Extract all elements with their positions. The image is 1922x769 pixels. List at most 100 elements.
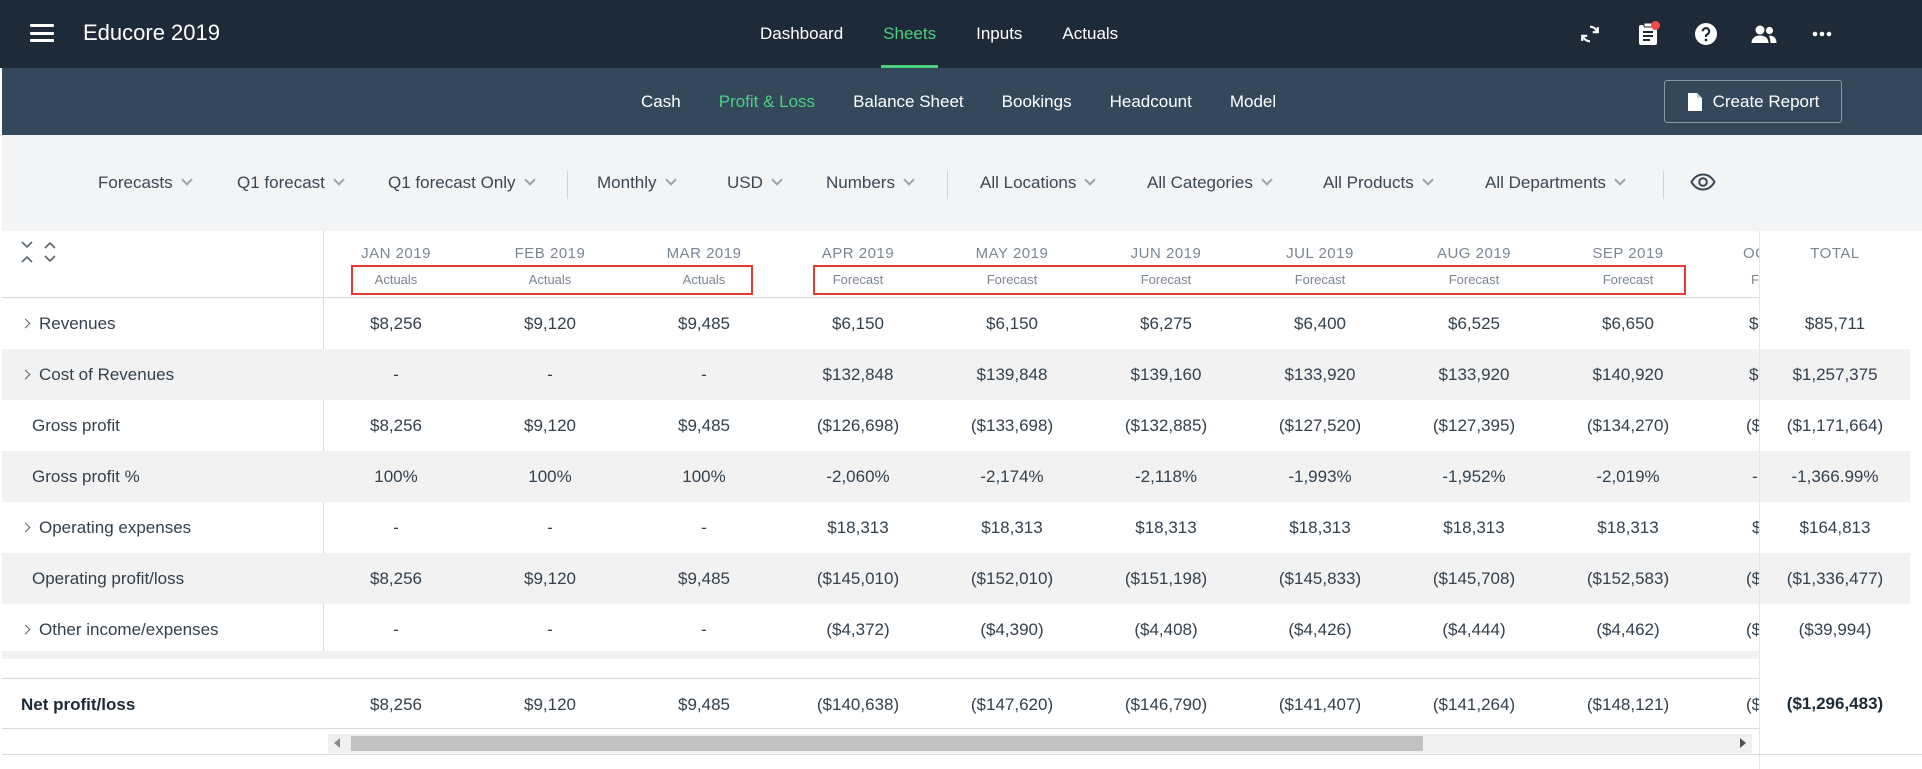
tab-balance-sheet[interactable]: Balance Sheet [834,68,983,135]
table-cell[interactable]: - [627,604,781,655]
table-cell[interactable]: $6,150 [935,298,1089,349]
table-cell[interactable]: ($146,790) [1089,679,1243,730]
table-cell[interactable]: - [319,502,473,553]
total-cell-net[interactable]: ($1,296,483) [1760,678,1910,729]
table-cell[interactable]: ($152,583) [1551,553,1705,604]
table-cell[interactable]: $140,920 [1551,349,1705,400]
table-cell[interactable]: -2,174% [935,451,1089,502]
table-cell[interactable]: 100% [319,451,473,502]
hamburger-menu-icon[interactable] [30,24,54,42]
table-cell[interactable]: $139,848 [935,349,1089,400]
scroll-right-arrow-icon[interactable] [1740,738,1746,748]
table-cell[interactable]: ($152,010) [935,553,1089,604]
table-cell[interactable]: ($151,198) [1089,553,1243,604]
table-cell[interactable]: - [627,349,781,400]
table-cell[interactable]: $6,525 [1397,298,1551,349]
filter-locations[interactable]: All Locations [980,173,1097,193]
table-cell[interactable]: ($133,698) [935,400,1089,451]
table-cell[interactable]: $132,848 [781,349,935,400]
table-cell[interactable]: 100% [473,451,627,502]
filter-number-format[interactable]: Numbers [826,173,915,193]
table-cell[interactable]: ($127,395) [1397,400,1551,451]
scrollbar-thumb[interactable] [351,736,1423,751]
table-cell[interactable]: ($147,620) [935,679,1089,730]
table-cell[interactable]: ($126,698) [781,400,935,451]
table-cell[interactable]: $139,160 [1089,349,1243,400]
table-cell[interactable]: -1,993% [1243,451,1397,502]
table-cell[interactable]: ($4,426) [1243,604,1397,655]
table-cell[interactable]: $133,920 [1243,349,1397,400]
filter-departments[interactable]: All Departments [1485,173,1626,193]
table-cell[interactable]: $9,485 [627,553,781,604]
total-cell[interactable]: ($1,336,477) [1760,553,1910,604]
total-cell[interactable]: -1,366.99% [1760,451,1910,502]
table-cell[interactable]: $8,256 [319,400,473,451]
filter-categories[interactable]: All Categories [1147,173,1273,193]
table-cell[interactable]: - [473,502,627,553]
table-cell[interactable]: -1,952% [1397,451,1551,502]
total-cell[interactable]: $164,813 [1760,502,1910,553]
row-label-revenues[interactable]: Revenues [20,298,116,349]
table-cell[interactable]: $9,485 [627,298,781,349]
table-cell[interactable]: ($4,408) [1089,604,1243,655]
table-cell[interactable]: - [473,604,627,655]
table-cell[interactable]: $6,150 [781,298,935,349]
table-cell[interactable]: - [319,349,473,400]
table-cell[interactable]: ($127,520) [1243,400,1397,451]
table-cell[interactable]: $9,485 [627,679,781,730]
table-cell[interactable]: $8,256 [319,298,473,349]
tab-sheets[interactable]: Sheets [863,0,956,68]
table-cell[interactable]: $9,120 [473,553,627,604]
create-report-button[interactable]: Create Report [1664,80,1842,123]
filter-period[interactable]: Monthly [597,173,677,193]
total-cell[interactable]: ($1,171,664) [1760,400,1910,451]
table-cell[interactable]: ($141,264) [1397,679,1551,730]
table-cell[interactable]: $133,920 [1397,349,1551,400]
tab-dashboard[interactable]: Dashboard [740,0,863,68]
table-cell[interactable]: ($4,444) [1397,604,1551,655]
table-cell[interactable]: - [473,349,627,400]
table-cell[interactable]: ($140,638) [781,679,935,730]
table-cell[interactable]: ($145,833) [1243,553,1397,604]
users-icon[interactable] [1748,18,1780,50]
tab-profit-loss[interactable]: Profit & Loss [700,68,834,135]
table-cell[interactable]: - [627,502,781,553]
row-label-cost-of-revenues[interactable]: Cost of Revenues [20,349,174,400]
tab-model[interactable]: Model [1211,68,1295,135]
total-cell[interactable]: $85,711 [1760,298,1910,349]
table-cell[interactable]: $18,313 [1397,502,1551,553]
filter-forecast-mode[interactable]: Q1 forecast Only [388,173,536,193]
total-cell[interactable]: ($39,994) [1760,604,1910,655]
filter-currency[interactable]: USD [727,173,783,193]
table-cell[interactable]: - [319,604,473,655]
scroll-left-arrow-icon[interactable] [334,738,340,748]
table-cell[interactable]: ($4,462) [1551,604,1705,655]
tab-cash[interactable]: Cash [622,68,700,135]
tab-inputs[interactable]: Inputs [956,0,1042,68]
refresh-icon[interactable] [1574,18,1606,50]
table-cell[interactable]: $6,275 [1089,298,1243,349]
table-cell[interactable]: ($4,372) [781,604,935,655]
table-cell[interactable]: ($148,121) [1551,679,1705,730]
tab-headcount[interactable]: Headcount [1091,68,1211,135]
table-cell[interactable]: ($132,885) [1089,400,1243,451]
table-cell[interactable]: $8,256 [319,679,473,730]
filter-scenario[interactable]: Forecasts [98,173,193,193]
table-cell[interactable]: ($141,407) [1243,679,1397,730]
tab-bookings[interactable]: Bookings [983,68,1091,135]
filter-products[interactable]: All Products [1323,173,1434,193]
table-cell[interactable]: ($134,270) [1551,400,1705,451]
table-cell[interactable]: $8,256 [319,553,473,604]
more-icon[interactable] [1806,18,1838,50]
table-cell[interactable]: $18,313 [1089,502,1243,553]
table-cell[interactable]: $9,120 [473,298,627,349]
table-cell[interactable]: ($145,708) [1397,553,1551,604]
table-cell[interactable]: 100% [627,451,781,502]
table-cell[interactable]: $6,400 [1243,298,1397,349]
total-cell[interactable]: $1,257,375 [1760,349,1910,400]
help-icon[interactable] [1690,18,1722,50]
table-cell[interactable]: $18,313 [1243,502,1397,553]
table-cell[interactable]: -2,118% [1089,451,1243,502]
table-cell[interactable]: $9,120 [473,679,627,730]
clipboard-icon[interactable] [1632,18,1664,50]
